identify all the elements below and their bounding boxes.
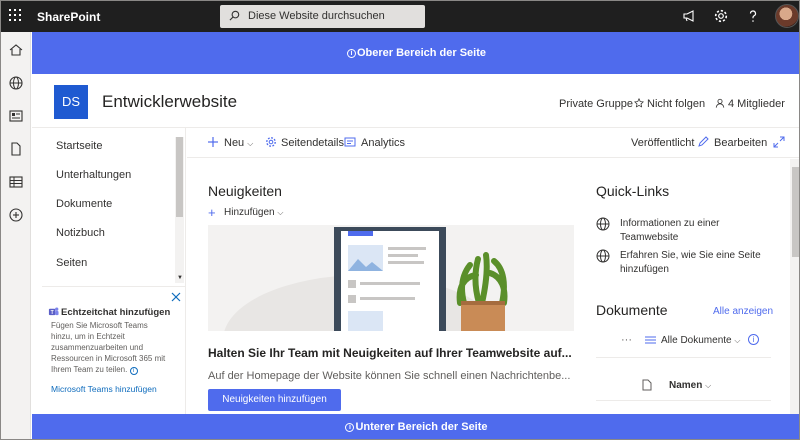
members-label: 4 Mitglieder (728, 98, 785, 110)
quicklinks-heading: Quick-Links (596, 183, 670, 199)
name-column-header[interactable]: Namen ⌵ (669, 380, 711, 391)
home-icon[interactable] (8, 42, 24, 58)
nav-item-startseite[interactable]: Startseite (56, 140, 102, 152)
page-content: Neuigkeiten + Hinzufügen ⌵ Halten Sie Ih… (187, 159, 789, 414)
news-heading: Neuigkeiten (208, 183, 282, 199)
bottom-section-label: Unterer Bereich der Seite (355, 421, 488, 433)
avatar[interactable] (775, 4, 799, 28)
globe-icon (596, 217, 610, 231)
more-options-button[interactable]: ··· (621, 334, 632, 346)
add-news-primary-button[interactable]: Neuigkeiten hinzufügen (208, 389, 341, 411)
top-section-band: i Oberer Bereich der Seite (32, 32, 799, 74)
expand-icon[interactable] (773, 136, 785, 148)
help-icon[interactable] (745, 8, 761, 24)
news-hero-image (208, 225, 574, 331)
nav-item-seiten[interactable]: Seiten (56, 257, 87, 269)
globe-icon[interactable] (8, 75, 24, 91)
quicklink-item[interactable]: Informationen zu einer Teamwebsite (620, 217, 780, 245)
app-bar (1, 32, 31, 439)
view-icon (645, 336, 656, 344)
info-icon: i (345, 423, 355, 432)
view-selector[interactable]: Alle Dokumente ⌵ (661, 335, 740, 346)
bottom-section-band: i Unterer Bereich der Seite (32, 414, 799, 439)
app-name[interactable]: SharePoint (37, 10, 100, 24)
list-icon[interactable] (8, 174, 24, 190)
news-title[interactable]: Halten Sie Ihr Team mit Neuigkeiten auf … (208, 346, 572, 360)
news-illustration (224, 227, 508, 331)
publish-status: Veröffentlicht (631, 137, 695, 149)
content-scrollbar-thumb[interactable] (792, 167, 799, 257)
analytics-icon (344, 137, 356, 147)
nav-scrollbar[interactable]: ▼ (175, 137, 184, 283)
file-icon[interactable] (8, 141, 24, 157)
divider (596, 357, 771, 358)
plus-icon (208, 137, 218, 147)
teams-description: Fügen Sie Microsoft Teams hinzu, um in E… (51, 320, 171, 375)
close-icon[interactable] (170, 291, 182, 303)
suite-bar: SharePoint Diese Website durchsuchen (1, 1, 799, 32)
app-window: SharePoint Diese Website durchsuchen i Ob… (0, 0, 800, 440)
search-placeholder: Diese Website durchsuchen (248, 10, 385, 22)
nav-item-dokumente[interactable]: Dokumente (56, 198, 112, 210)
teams-title-label: Echtzeitchat hinzufügen (61, 307, 171, 318)
person-icon (715, 98, 725, 108)
chevron-down-icon: ⌵ (277, 208, 284, 217)
site-title[interactable]: Entwicklerwebsite (102, 92, 237, 112)
add-news-button[interactable]: Hinzufügen ⌵ (224, 207, 283, 218)
site-header: DS Entwicklerwebsite Private Gruppe Nich… (32, 74, 799, 128)
megaphone-icon[interactable] (681, 8, 697, 24)
teams-title: T Echtzeitchat hinzufügen (48, 306, 170, 318)
follow-button[interactable]: Nicht folgen (633, 97, 706, 110)
see-all-link[interactable]: Alle anzeigen (713, 306, 773, 317)
create-icon[interactable] (8, 207, 24, 223)
star-icon (633, 97, 645, 108)
view-selector-label: Alle Dokumente (661, 335, 732, 346)
info-icon[interactable]: i (748, 334, 759, 345)
search-box[interactable]: Diese Website durchsuchen (220, 5, 425, 28)
info-icon: i (346, 49, 356, 58)
news-description: Auf der Homepage der Website können Sie … (208, 370, 571, 382)
gear-icon[interactable] (713, 8, 729, 24)
search-icon (229, 10, 240, 21)
chevron-down-icon: ⌵ (705, 381, 712, 390)
teams-promo-card: T Echtzeitchat hinzufügen Fügen Sie Micro… (42, 286, 186, 414)
follow-label: Nicht folgen (647, 98, 706, 110)
members-button[interactable]: 4 Mitglieder (715, 98, 785, 110)
new-label: Neu (224, 137, 245, 149)
gear-icon (266, 137, 276, 147)
plus-icon: + (208, 205, 216, 220)
add-teams-link[interactable]: Microsoft Teams hinzufügen (51, 384, 157, 394)
page-details-button[interactable]: Seitendetails (281, 137, 344, 149)
scroll-down-icon[interactable]: ▼ (177, 275, 183, 281)
privacy-label: Private Gruppe (559, 98, 633, 110)
command-bar: Neu ⌵ Seitendetails Analytics Veröffentl… (187, 128, 799, 158)
divider (596, 400, 771, 401)
teams-icon: T (48, 307, 59, 316)
file-type-icon (642, 379, 652, 391)
teams-description-text: Fügen Sie Microsoft Teams hinzu, um in E… (51, 321, 166, 374)
nav-scrollbar-thumb[interactable] (176, 137, 183, 217)
nav-item-notizbuch[interactable]: Notizbuch (56, 227, 105, 239)
quicklink-item[interactable]: Erfahren Sie, wie Sie eine Seite hinzufü… (620, 249, 780, 277)
new-button[interactable]: Neu ⌵ (224, 137, 253, 149)
site-logo[interactable]: DS (54, 85, 88, 119)
chevron-down-icon: ⌵ (734, 336, 741, 345)
documents-heading: Dokumente (596, 302, 668, 318)
news-icon[interactable] (8, 108, 24, 124)
content-scrollbar[interactable] (790, 159, 799, 414)
pencil-icon (698, 136, 709, 147)
chevron-down-icon: ⌵ (247, 139, 254, 148)
site-navigation: Startseite Unterhaltungen Dokumente Noti… (32, 128, 186, 414)
name-column-label: Namen (669, 380, 703, 391)
top-section-label: Oberer Bereich der Seite (356, 47, 486, 59)
edit-button[interactable]: Bearbeiten (714, 137, 767, 149)
analytics-button[interactable]: Analytics (361, 137, 405, 149)
app-launcher-icon[interactable] (9, 9, 23, 23)
globe-icon (596, 249, 610, 263)
info-icon[interactable]: i (129, 367, 138, 375)
nav-item-unterhaltungen[interactable]: Unterhaltungen (56, 169, 131, 181)
add-news-label: Hinzufügen (224, 207, 275, 218)
